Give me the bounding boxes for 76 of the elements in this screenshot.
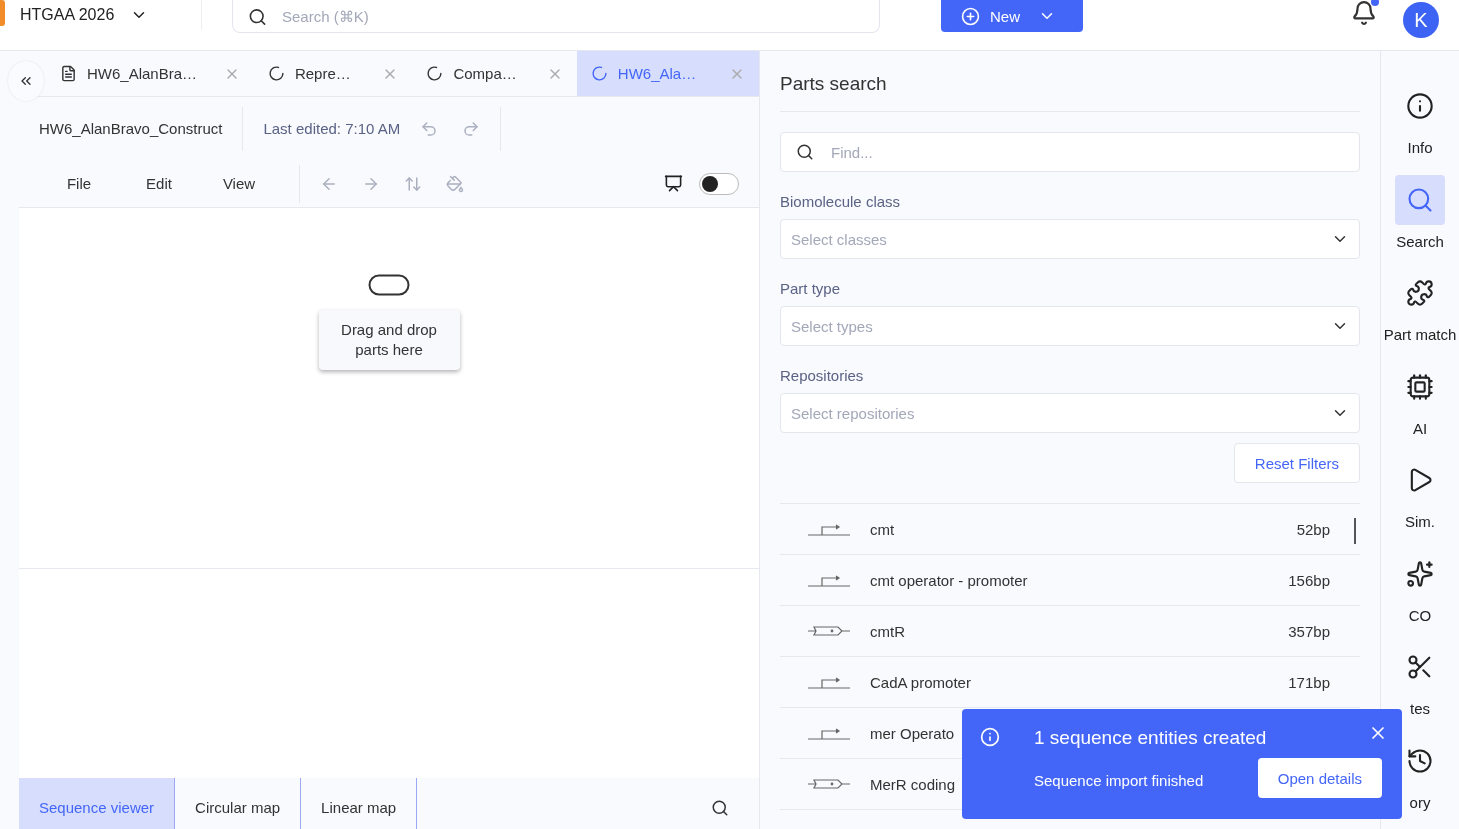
- promoter-glyph-icon: [808, 573, 850, 587]
- reset-filters-button[interactable]: Reset Filters: [1233, 443, 1360, 483]
- document-icon: [60, 65, 77, 82]
- undo-icon[interactable]: [420, 119, 439, 138]
- arrows-up-down-icon[interactable]: [404, 174, 422, 193]
- search-field[interactable]: Search (⌘K): [232, 0, 880, 33]
- part-row[interactable]: cmtR 357bp: [780, 606, 1360, 657]
- collapse-button[interactable]: [8, 61, 44, 101]
- view-tab[interactable]: Sequence viewer: [19, 778, 176, 829]
- part-name: cmt: [870, 520, 895, 538]
- menu-button[interactable]: View: [199, 165, 279, 202]
- view-tab[interactable]: Linear map: [301, 778, 418, 829]
- scrollbar-thumb[interactable]: [1354, 518, 1356, 544]
- sparkle-icon: [1406, 559, 1434, 588]
- menu-button[interactable]: File: [39, 165, 119, 202]
- promoter-glyph-icon: [808, 675, 850, 689]
- sidebar-tool-button[interactable]: CO: [1395, 548, 1445, 642]
- document-tab[interactable]: HW6_AlanBra…: [46, 51, 254, 96]
- coding-sequence-glyph-icon: [808, 625, 850, 637]
- document-title: HW6_AlanBravo_Construct: [19, 106, 244, 151]
- paint-bucket-icon[interactable]: [446, 174, 464, 193]
- info-icon: [980, 727, 1000, 747]
- sidebar-tool-button[interactable]: ory: [1395, 735, 1445, 829]
- filter-label: Repositories: [780, 367, 865, 384]
- filter-label: Biomolecule class: [780, 193, 902, 210]
- promoter-glyph-icon: [808, 522, 850, 536]
- part-name: cmtR: [870, 622, 905, 640]
- part-length: 171bp: [1288, 673, 1330, 691]
- toast-title: 1 sequence entities created: [1034, 727, 1267, 750]
- search-icon: [248, 7, 267, 26]
- sidebar-tool-button[interactable]: Part match: [1383, 268, 1457, 362]
- new-button[interactable]: New: [941, 0, 1083, 32]
- part-row[interactable]: CadA promoter 171bp: [780, 657, 1360, 708]
- presentation-toggle[interactable]: [699, 172, 739, 195]
- chip-icon: [1406, 372, 1434, 401]
- last-edited-text: Last edited: 7:10 AM: [262, 120, 402, 137]
- part-length: 156bp: [1288, 571, 1330, 589]
- document-tab[interactable]: Compa…: [412, 51, 577, 96]
- presentation-icon[interactable]: [664, 174, 683, 193]
- part-name: CadA promoter: [870, 673, 971, 691]
- panel-title: Parts search: [780, 71, 1360, 112]
- search-icon: [711, 798, 729, 817]
- document-tab[interactable]: Repre…: [253, 51, 413, 96]
- view-tab[interactable]: Circular map: [175, 778, 302, 829]
- search-icon: [1406, 185, 1434, 214]
- puzzle-icon: [1406, 279, 1434, 307]
- workspace-selector[interactable]: HTGAA 2026: [5, 0, 202, 30]
- sidebar-tool-button[interactable]: tes: [1395, 642, 1445, 736]
- part-length: 357bp: [1288, 622, 1330, 640]
- part-name: mer Operato: [870, 724, 955, 742]
- sidebar-tool-button[interactable]: Sim.: [1395, 455, 1445, 549]
- search-icon: [796, 143, 814, 161]
- promoter-glyph-icon: [808, 726, 850, 740]
- part-row[interactable]: cmt 52bp: [780, 504, 1360, 555]
- sidebar-tool-button[interactable]: AI: [1395, 361, 1445, 455]
- accent-marker: [0, 0, 5, 26]
- plus-circle-icon: [961, 6, 980, 26]
- info-icon: [1406, 92, 1434, 120]
- parts-search-field[interactable]: Find...: [780, 132, 1360, 172]
- history-icon: [1406, 746, 1434, 775]
- part-length: 52bp: [1296, 520, 1330, 538]
- document-tab[interactable]: HW6_Ala…: [576, 51, 759, 96]
- open-details-button[interactable]: Open details: [1257, 758, 1382, 798]
- filter-label: Part type: [780, 280, 842, 297]
- user-avatar[interactable]: K: [1403, 2, 1439, 38]
- redo-icon[interactable]: [462, 119, 481, 138]
- drop-hint-tooltip: Drag and drop parts here: [318, 310, 460, 370]
- notification-bell-icon[interactable]: [1351, 0, 1377, 26]
- sidebar-tool-button[interactable]: Info: [1395, 81, 1445, 175]
- menu-button[interactable]: Edit: [119, 165, 199, 202]
- empty-slot-icon: [368, 274, 410, 296]
- part-row[interactable]: cmt operator - promoter 156bp: [780, 555, 1360, 606]
- part-name: MerR coding: [870, 775, 956, 793]
- toast-message: Sequence import finished: [1034, 772, 1205, 791]
- part-name: cmt operator - promoter: [870, 571, 1028, 589]
- coding-sequence-glyph-icon: [808, 778, 850, 790]
